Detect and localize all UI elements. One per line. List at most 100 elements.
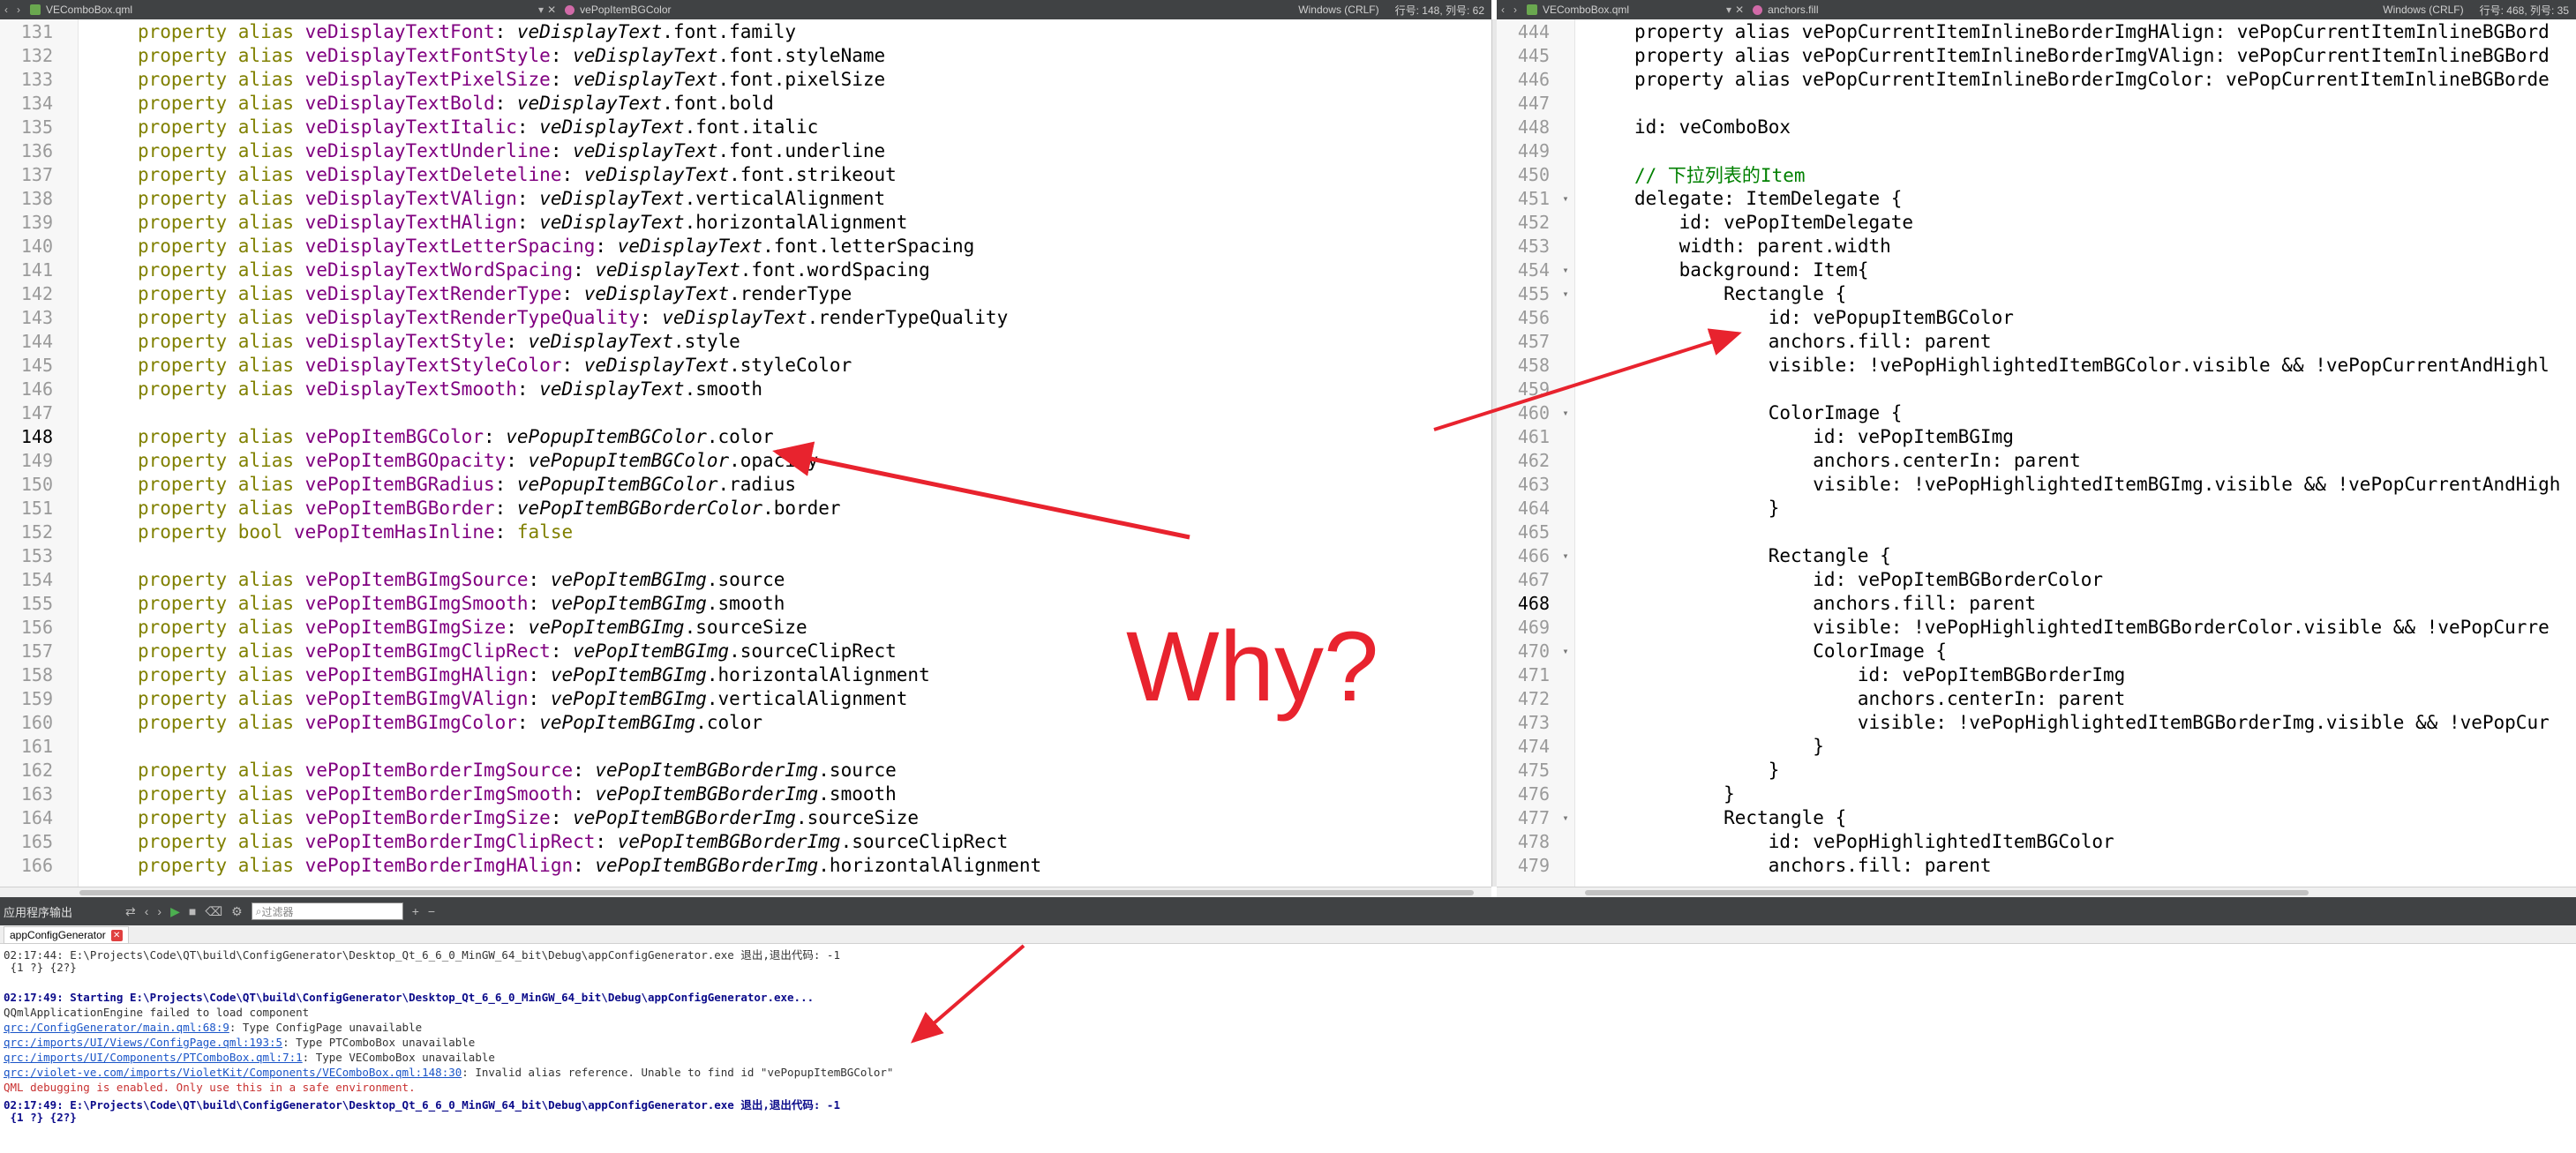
alias-target-id: veDisplayText bbox=[516, 20, 663, 42]
code-text: Rectangle { bbox=[1634, 282, 1847, 304]
keyword: property alias bbox=[138, 20, 295, 42]
right-code-editor[interactable]: 444 property alias vePopCurrentItemInline… bbox=[1497, 19, 2576, 887]
property-name: veDisplayTextStyle bbox=[304, 330, 507, 352]
output-link[interactable]: qrc:/imports/UI/Views/ConfigPage.qml:193… bbox=[4, 1036, 282, 1049]
alias-target-id: veDisplayText bbox=[595, 258, 740, 281]
alias-target-prop: .sourceSize bbox=[684, 616, 807, 638]
attach-icon[interactable]: ⇄ bbox=[125, 904, 136, 919]
code-text: property alias veDisplayTextRenderTypeQu… bbox=[138, 306, 1009, 328]
property-name: veDisplayTextSmooth bbox=[304, 378, 517, 400]
code-text: property alias veDisplayTextBold: veDisp… bbox=[138, 92, 774, 114]
left-file-selector[interactable]: VEComboBox.qml bbox=[30, 4, 132, 16]
output-text: QML debugging is enabled. Only use this … bbox=[4, 1081, 416, 1094]
output-link[interactable]: qrc:/imports/UI/Components/PTComboBox.qm… bbox=[4, 1051, 303, 1064]
dropdown-icon[interactable]: ▾ bbox=[1726, 4, 1731, 16]
fold-marker[interactable]: ▾ bbox=[1557, 407, 1574, 419]
alias-target-prop: .radius bbox=[717, 473, 796, 495]
line-number: 458 bbox=[1517, 354, 1550, 376]
code-line: 460 ▾ ColorImage { bbox=[1497, 401, 2576, 424]
line-number: 445 bbox=[1517, 44, 1550, 66]
alias-target-prop: .renderTypeQuality bbox=[807, 306, 1009, 328]
fold-marker[interactable]: ▾ bbox=[1557, 550, 1574, 562]
code-line: 140 property alias veDisplayTextLetterSpa… bbox=[0, 234, 1491, 258]
right-encoding[interactable]: Windows (CRLF) bbox=[2383, 4, 2463, 16]
property-name: veDisplayTextHAlign bbox=[304, 211, 517, 233]
dropdown-icon[interactable]: ▾ bbox=[538, 4, 544, 16]
close-tab-icon[interactable]: ✕ bbox=[110, 929, 123, 941]
scrollbar-thumb[interactable] bbox=[1585, 890, 2309, 895]
fold-marker[interactable]: ▾ bbox=[1557, 192, 1574, 205]
close-doc-icon[interactable]: ✕ bbox=[1735, 4, 1744, 16]
property-name: vePopItemBorderImgSource bbox=[304, 759, 574, 781]
alias-target-prop: .font.bold bbox=[662, 92, 774, 114]
line-number: 449 bbox=[1517, 139, 1550, 161]
output-line: QQmlApplicationEngine failed to load com… bbox=[4, 1006, 309, 1019]
alias-target-id: veDisplayText bbox=[662, 306, 807, 328]
alias-target-prop: .smooth bbox=[706, 592, 785, 614]
property-name: vePopItemBGImgSize bbox=[304, 616, 507, 638]
output-tab[interactable]: appConfigGenerator ✕ bbox=[4, 926, 129, 944]
run-icon[interactable]: ▶ bbox=[170, 904, 180, 919]
code-text: visible: !vePopHighlightedItemBGBorderIm… bbox=[1634, 711, 2550, 733]
code-text: anchors.centerIn: parent bbox=[1634, 449, 2081, 471]
keyword: property alias bbox=[138, 687, 295, 709]
right-symbol-selector[interactable]: anchors.fill bbox=[1753, 4, 1819, 16]
fold-marker[interactable]: ▾ bbox=[1557, 645, 1574, 657]
keyword: property alias bbox=[138, 187, 295, 209]
settings-icon[interactable]: ⚙ bbox=[231, 904, 243, 919]
back-icon[interactable]: ‹ bbox=[1497, 4, 1509, 16]
output-line: {1 ?} {2?} bbox=[4, 1111, 77, 1124]
keyword: property alias bbox=[138, 759, 295, 781]
keyword: property alias bbox=[138, 354, 295, 376]
property-name: vePopItemBorderImgHAlign bbox=[304, 854, 574, 876]
code-line: 471 id: vePopItemBGBorderImg bbox=[1497, 663, 2576, 686]
line-number: 147 bbox=[20, 401, 53, 423]
left-symbol-selector[interactable]: vePopItemBGColor bbox=[565, 4, 672, 16]
alias-target-prop: .style bbox=[672, 330, 740, 352]
property-name: veDisplayTextDeleteline bbox=[304, 163, 562, 185]
zoom-out-icon[interactable]: − bbox=[428, 904, 435, 918]
close-doc-icon[interactable]: ✕ bbox=[547, 4, 556, 16]
output-text: : Type ConfigPage unavailable bbox=[229, 1021, 423, 1034]
clear-icon[interactable]: ⌫ bbox=[205, 904, 222, 919]
code-line: 479 anchors.fill: parent bbox=[1497, 853, 2576, 877]
prev-icon[interactable]: ‹ bbox=[145, 904, 149, 918]
code-line: 473 visible: !vePopHighlightedItemBGBord… bbox=[1497, 710, 2576, 734]
zoom-in-icon[interactable]: + bbox=[412, 904, 419, 918]
line-number: 465 bbox=[1517, 520, 1550, 543]
code-line: 166 property alias vePopItemBorderImgHAli… bbox=[0, 853, 1491, 877]
line-number: 145 bbox=[20, 354, 53, 376]
alias-target-prop: .source bbox=[706, 568, 785, 590]
alias-target-prop: .border bbox=[762, 497, 841, 519]
line-number: 143 bbox=[20, 306, 53, 328]
fold-marker[interactable]: ▾ bbox=[1557, 264, 1574, 276]
fold-marker[interactable]: ▾ bbox=[1557, 812, 1574, 824]
line-number: 453 bbox=[1517, 235, 1550, 257]
next-icon[interactable]: › bbox=[157, 904, 161, 918]
code-text: property alias veDisplayTextDeleteline: … bbox=[138, 163, 897, 185]
property-name: vePopItemBorderImgSmooth bbox=[304, 782, 574, 805]
application-output[interactable]: 02:17:44: E:\Projects\Code\QT\build\Conf… bbox=[0, 944, 2576, 1153]
stop-icon[interactable]: ■ bbox=[189, 904, 196, 918]
code-line: 147 bbox=[0, 401, 1491, 424]
filter-input[interactable]: ⌕ 过滤器 bbox=[251, 902, 403, 920]
property-name: veDisplayTextBold bbox=[304, 92, 495, 114]
left-encoding[interactable]: Windows (CRLF) bbox=[1298, 4, 1378, 16]
alias-target-prop: .font.styleName bbox=[717, 44, 886, 66]
scrollbar-thumb[interactable] bbox=[79, 890, 1474, 895]
fold-marker[interactable]: ▾ bbox=[1557, 288, 1574, 300]
back-icon[interactable]: ‹ bbox=[0, 4, 12, 16]
output-link[interactable]: qrc:/violet-ve.com/imports/VioletKit/Com… bbox=[4, 1066, 462, 1079]
output-link[interactable]: qrc:/ConfigGenerator/main.qml:68:9 bbox=[4, 1021, 229, 1034]
forward-icon[interactable]: › bbox=[12, 4, 25, 16]
code-text: property alias veDisplayTextRenderType: … bbox=[138, 282, 852, 304]
property-name: vePopItemBGImgHAlign bbox=[304, 663, 529, 685]
alias-target-id: vePopItemBGImg bbox=[550, 663, 707, 685]
alias-target-prop: .font.italic bbox=[684, 116, 819, 138]
left-code-editor[interactable]: 131 property alias veDisplayTextFont: veD… bbox=[0, 19, 1491, 887]
right-file-selector[interactable]: VEComboBox.qml bbox=[1527, 4, 1629, 16]
line-number: 137 bbox=[20, 163, 53, 185]
code-line: 459 bbox=[1497, 377, 2576, 401]
forward-icon[interactable]: › bbox=[1509, 4, 1521, 16]
line-number: 444 bbox=[1517, 20, 1550, 42]
